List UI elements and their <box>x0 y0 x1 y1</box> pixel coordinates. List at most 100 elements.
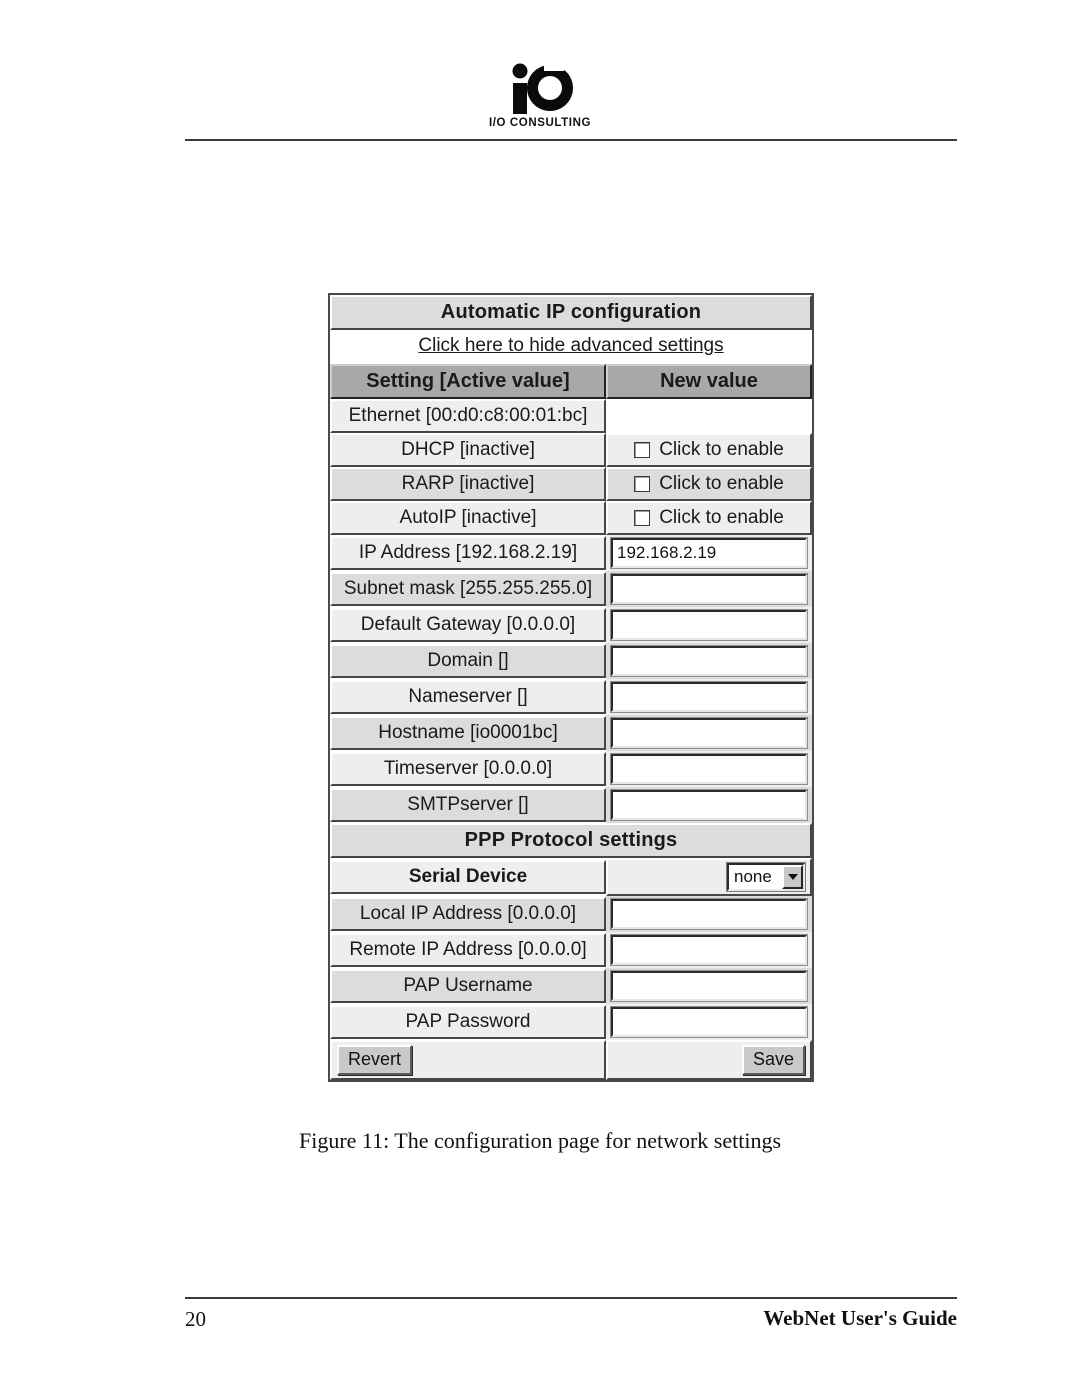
autoip-enable-group[interactable]: Click to enable <box>634 507 784 529</box>
serial-device-selected-value: none <box>734 867 772 886</box>
value-cell-timeserver <box>606 751 812 787</box>
footer-divider <box>185 1297 957 1299</box>
table-row: Subnet mask [255.255.255.0] <box>330 571 812 607</box>
rarp-enable-group[interactable]: Click to enable <box>634 473 784 495</box>
remote-ip-address-input[interactable] <box>610 934 808 966</box>
header-divider <box>185 139 957 141</box>
page-header: I/O CONSULTING <box>0 0 1080 150</box>
table-row: IP Address [192.168.2.19] 192.168.2.19 <box>330 535 812 571</box>
setting-label-rarp: RARP [inactive] <box>330 467 606 501</box>
brand-logo: I/O CONSULTING <box>0 62 1080 129</box>
dhcp-enable-label: Click to enable <box>659 439 784 460</box>
subnet-mask-input[interactable] <box>610 573 808 605</box>
table-row: Hostname [io0001bc] <box>330 715 812 751</box>
table-row: DHCP [inactive] Click to enable <box>330 433 812 467</box>
value-cell-nameserver <box>606 679 812 715</box>
table-row: Serial Device none <box>330 858 812 896</box>
value-cell-domain <box>606 643 812 679</box>
save-button[interactable]: Save <box>741 1045 805 1075</box>
setting-label-pap-username: PAP Username <box>330 969 606 1003</box>
autoip-enable-label: Click to enable <box>659 507 784 528</box>
setting-label-ethernet: Ethernet [00:d0:c8:00:01:bc] <box>330 399 606 433</box>
table-row: Timeserver [0.0.0.0] <box>330 751 812 787</box>
ppp-section-title: PPP Protocol settings <box>330 823 812 858</box>
setting-label-timeserver: Timeserver [0.0.0.0] <box>330 752 606 786</box>
toggle-advanced-settings-link[interactable]: Click here to hide advanced settings <box>418 335 723 356</box>
setting-label-remote-ip-address: Remote IP Address [0.0.0.0] <box>330 933 606 967</box>
value-cell-remote-ip-address <box>606 932 812 968</box>
value-cell-dhcp: Click to enable <box>606 433 812 467</box>
advanced-settings-link-cell: Click here to hide advanced settings <box>330 330 812 364</box>
value-cell-autoip: Click to enable <box>606 501 812 535</box>
serial-device-select[interactable]: none <box>726 862 806 892</box>
hostname-input[interactable] <box>610 717 808 749</box>
domain-input[interactable] <box>610 645 808 677</box>
value-cell-ip-address: 192.168.2.19 <box>606 535 812 571</box>
value-cell-hostname <box>606 715 812 751</box>
value-cell-smtpserver <box>606 787 812 823</box>
table-row: PAP Username <box>330 968 812 1004</box>
config-actions-row: Revert Save <box>330 1040 812 1080</box>
config-banner-row: Automatic IP configuration <box>330 295 812 330</box>
footer-document-title: WebNet User's Guide <box>763 1306 957 1330</box>
config-column-header-row: Setting [Active value] New value <box>330 364 812 399</box>
value-cell-rarp: Click to enable <box>606 467 812 501</box>
dhcp-enable-checkbox[interactable] <box>634 442 651 458</box>
ppp-section-row: PPP Protocol settings <box>330 823 812 858</box>
smtpserver-input[interactable] <box>610 789 808 821</box>
setting-label-dhcp: DHCP [inactive] <box>330 433 606 467</box>
save-button-cell: Save <box>606 1040 812 1080</box>
table-row: Remote IP Address [0.0.0.0] <box>330 932 812 968</box>
setting-label-hostname: Hostname [io0001bc] <box>330 716 606 750</box>
rarp-enable-label: Click to enable <box>659 473 784 494</box>
setting-label-smtpserver: SMTPserver [] <box>330 788 606 822</box>
autoip-enable-checkbox[interactable] <box>634 510 651 526</box>
default-gateway-input[interactable] <box>610 609 808 641</box>
table-row: AutoIP [inactive] Click to enable <box>330 501 812 535</box>
nameserver-input[interactable] <box>610 681 808 713</box>
setting-label-pap-password: PAP Password <box>330 1005 606 1039</box>
setting-label-local-ip-address: Local IP Address [0.0.0.0] <box>330 897 606 931</box>
pap-password-input[interactable] <box>610 1006 808 1038</box>
figure-caption: Figure 11: The configuration page for ne… <box>298 1128 782 1153</box>
pap-username-input[interactable] <box>610 970 808 1002</box>
value-cell-pap-password <box>606 1004 812 1040</box>
value-cell-subnet-mask <box>606 571 812 607</box>
revert-button[interactable]: Revert <box>337 1045 413 1075</box>
chevron-down-icon[interactable] <box>782 865 803 889</box>
value-cell-serial-device: none <box>606 858 812 896</box>
panel-title: Automatic IP configuration <box>330 295 812 330</box>
timeserver-input[interactable] <box>610 753 808 785</box>
value-cell-local-ip-address <box>606 896 812 932</box>
logo-wordmark: I/O CONSULTING <box>488 117 592 129</box>
setting-label-domain: Domain [] <box>330 644 606 678</box>
advanced-settings-row: Click here to hide advanced settings <box>330 330 812 364</box>
column-header-new-value: New value <box>606 364 812 399</box>
rarp-enable-checkbox[interactable] <box>634 476 651 492</box>
table-row: Local IP Address [0.0.0.0] <box>330 896 812 932</box>
table-row: SMTPserver [] <box>330 787 812 823</box>
setting-label-autoip: AutoIP [inactive] <box>330 501 606 535</box>
dhcp-enable-group[interactable]: Click to enable <box>634 439 784 461</box>
network-config-panel: Automatic IP configuration Click here to… <box>328 293 814 1082</box>
value-cell-pap-username <box>606 968 812 1004</box>
local-ip-address-input[interactable] <box>610 898 808 930</box>
value-cell-ethernet <box>606 399 812 433</box>
footer-page-number: 20 <box>185 1307 206 1331</box>
value-cell-default-gateway <box>606 607 812 643</box>
table-row: RARP [inactive] Click to enable <box>330 467 812 501</box>
setting-label-default-gateway: Default Gateway [0.0.0.0] <box>330 608 606 642</box>
setting-label-ip-address: IP Address [192.168.2.19] <box>330 536 606 570</box>
network-config-table: Automatic IP configuration Click here to… <box>328 293 814 1082</box>
setting-label-serial-device: Serial Device <box>330 860 606 894</box>
column-header-setting: Setting [Active value] <box>330 364 606 399</box>
setting-label-nameserver: Nameserver [] <box>330 680 606 714</box>
table-row: Default Gateway [0.0.0.0] <box>330 607 812 643</box>
setting-label-subnet-mask: Subnet mask [255.255.255.0] <box>330 572 606 606</box>
ip-address-input[interactable]: 192.168.2.19 <box>610 537 808 569</box>
table-row: Domain [] <box>330 643 812 679</box>
table-row: Nameserver [] <box>330 679 812 715</box>
table-row: Ethernet [00:d0:c8:00:01:bc] <box>330 399 812 433</box>
revert-button-cell: Revert <box>330 1040 606 1080</box>
io-consulting-logo-icon <box>512 62 573 114</box>
